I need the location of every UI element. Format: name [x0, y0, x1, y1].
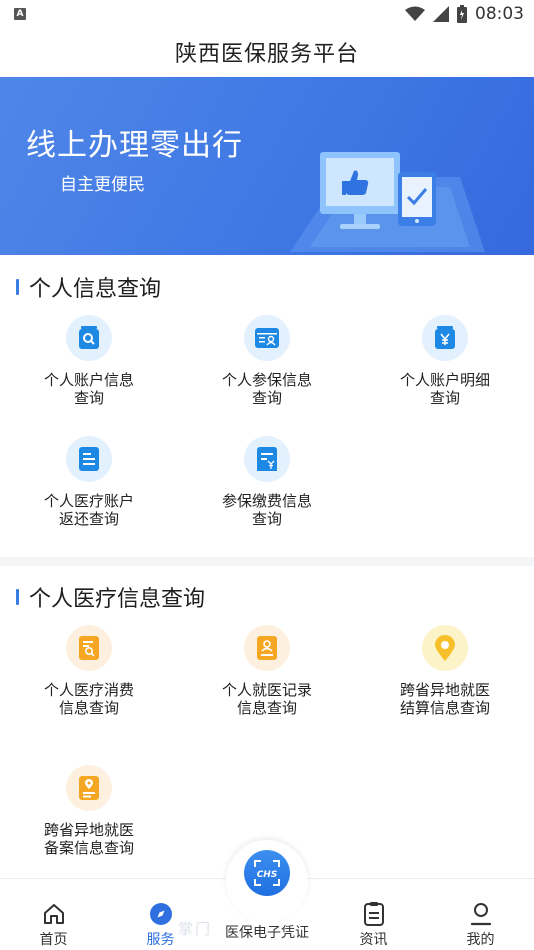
section-divider: [0, 557, 534, 566]
search-card-icon: [66, 315, 112, 361]
document-list-icon: [66, 436, 112, 482]
grid-item-account-details[interactable]: 个人账户明细查询: [356, 315, 534, 407]
grid-item-label: 个人账户明细查询: [400, 371, 491, 407]
grid-item-label: 跨省异地就医结算信息查询: [400, 681, 491, 717]
grid-item-account-info[interactable]: 个人账户信息查询: [0, 315, 178, 407]
nav-home-label: 首页: [39, 932, 68, 948]
news-icon: [361, 901, 387, 927]
bill-yuan-icon: [244, 436, 290, 482]
wifi-icon: [405, 6, 425, 21]
nav-service-label: 服务: [146, 932, 175, 948]
promo-banner[interactable]: 线上办理零出行 自主更便民: [0, 77, 534, 255]
nav-service[interactable]: 服务: [107, 879, 214, 950]
battery-icon: [457, 5, 467, 23]
clock: 08:03: [475, 4, 524, 24]
computer-thumbs-up-illustration: [290, 152, 485, 252]
signal-icon: [433, 6, 449, 22]
yuan-card-icon: [422, 315, 468, 361]
nav-home[interactable]: 首页: [0, 879, 107, 950]
section-accent-bar: [16, 589, 19, 605]
nav-news-label: 资讯: [359, 932, 388, 948]
nav-certificate-label: 医保电子凭证: [225, 925, 309, 941]
notification-a-icon: A: [14, 8, 26, 20]
user-icon: [468, 901, 494, 927]
section-title: 个人医疗信息查询: [29, 587, 206, 612]
grid-item-label: 跨省异地就医备案信息查询: [44, 821, 135, 857]
status-icons: 08:03: [405, 4, 524, 24]
banner-title: 线上办理零出行: [26, 128, 243, 163]
nav-news[interactable]: 资讯: [320, 879, 427, 950]
receipt-search-icon: [66, 625, 112, 671]
location-pin-icon: [422, 625, 468, 671]
grid-item-visit-records[interactable]: 个人就医记录信息查询: [178, 625, 356, 717]
home-icon: [41, 901, 67, 927]
grid-item-label: 个人医疗消费信息查询: [44, 681, 135, 717]
location-document-icon: [66, 765, 112, 811]
grid-item-label: 个人医疗账户返还查询: [44, 492, 135, 528]
section-personal-info-header: 个人信息查询: [0, 270, 534, 304]
grid-item-cross-province-settlement[interactable]: 跨省异地就医结算信息查询: [356, 625, 534, 717]
grid-item-label: 个人账户信息查询: [44, 371, 135, 407]
grid-item-payment-info[interactable]: 参保缴费信息查询: [178, 436, 356, 528]
page-title: 陕西医保服务平台: [174, 42, 359, 67]
medical-record-icon: [244, 625, 290, 671]
nav-mine-label: 我的: [466, 932, 495, 948]
section-medical-info-header: 个人医疗信息查询: [0, 580, 534, 614]
grid-item-label: 个人就医记录信息查询: [222, 681, 313, 717]
grid-item-cross-province-filing[interactable]: 跨省异地就医备案信息查询: [0, 765, 178, 857]
compass-icon: [148, 901, 174, 927]
banner-subtitle: 自主更便民: [60, 175, 145, 195]
chs-logo-icon: CHS: [254, 860, 280, 886]
grid-item-insurance-info[interactable]: 个人参保信息查询: [178, 315, 356, 407]
grid-item-medical-account-refund[interactable]: 个人医疗账户返还查询: [0, 436, 178, 528]
nav-mine[interactable]: 我的: [427, 879, 534, 950]
section-accent-bar: [16, 279, 19, 295]
grid-item-label: 参保缴费信息查询: [222, 492, 313, 528]
id-card-icon: [244, 315, 290, 361]
medical-insurance-certificate-button[interactable]: CHS: [244, 850, 290, 896]
status-bar: A 08:03: [0, 0, 534, 28]
section-title: 个人信息查询: [29, 277, 162, 302]
svg-text:CHS: CHS: [257, 870, 278, 880]
watermark: 掌门: [178, 920, 213, 938]
grid-item-label: 个人参保信息查询: [222, 371, 313, 407]
grid-item-medical-consumption[interactable]: 个人医疗消费信息查询: [0, 625, 178, 717]
